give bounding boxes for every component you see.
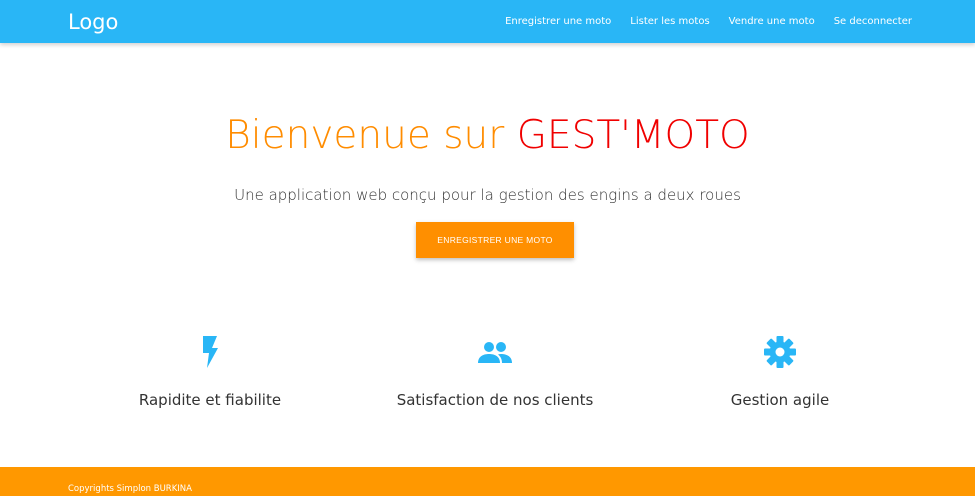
- feature-label: Rapidite et fiabilite: [138, 391, 282, 409]
- footer: Copyrights Simplon BURKINA: [0, 467, 975, 496]
- feature-label: Satisfaction de nos clients: [396, 391, 594, 409]
- logo-link[interactable]: Logo: [68, 10, 118, 34]
- feature-satisfaction: Satisfaction de nos clients: [365, 334, 625, 410]
- register-moto-button[interactable]: ENREGISTRER UNE MOTO: [416, 222, 574, 258]
- hero-title-brand: GEST'MOTO: [516, 113, 750, 158]
- hero-subtitle: Une application web conçu pour la gestio…: [234, 186, 741, 204]
- nav-links: Enregistrer une moto Lister les motos Ve…: [486, 0, 912, 43]
- footer-copyright: Copyrights Simplon BURKINA: [68, 484, 192, 494]
- nav-link-enregistrer-moto[interactable]: Enregistrer une moto: [505, 16, 611, 27]
- feature-rapidite: Rapidite et fiabilite: [80, 334, 340, 410]
- hero-title: Bienvenue sur GEST'MOTO: [0, 112, 975, 160]
- flash-icon: [203, 336, 218, 368]
- nav-link-vendre-moto[interactable]: Vendre une moto: [729, 16, 815, 27]
- nav-link-lister-motos[interactable]: Lister les motos: [630, 16, 709, 27]
- settings-icon: [764, 336, 796, 368]
- nav-link-se-deconnecter[interactable]: Se deconnecter: [834, 16, 912, 27]
- navbar: Logo Enregistrer une moto Lister les mot…: [0, 0, 975, 43]
- feature-label: Gestion agile: [730, 391, 830, 409]
- feature-gestion: Gestion agile: [650, 334, 910, 410]
- group-icon: [478, 342, 512, 363]
- hero-title-welcome: Bienvenue sur: [225, 113, 517, 158]
